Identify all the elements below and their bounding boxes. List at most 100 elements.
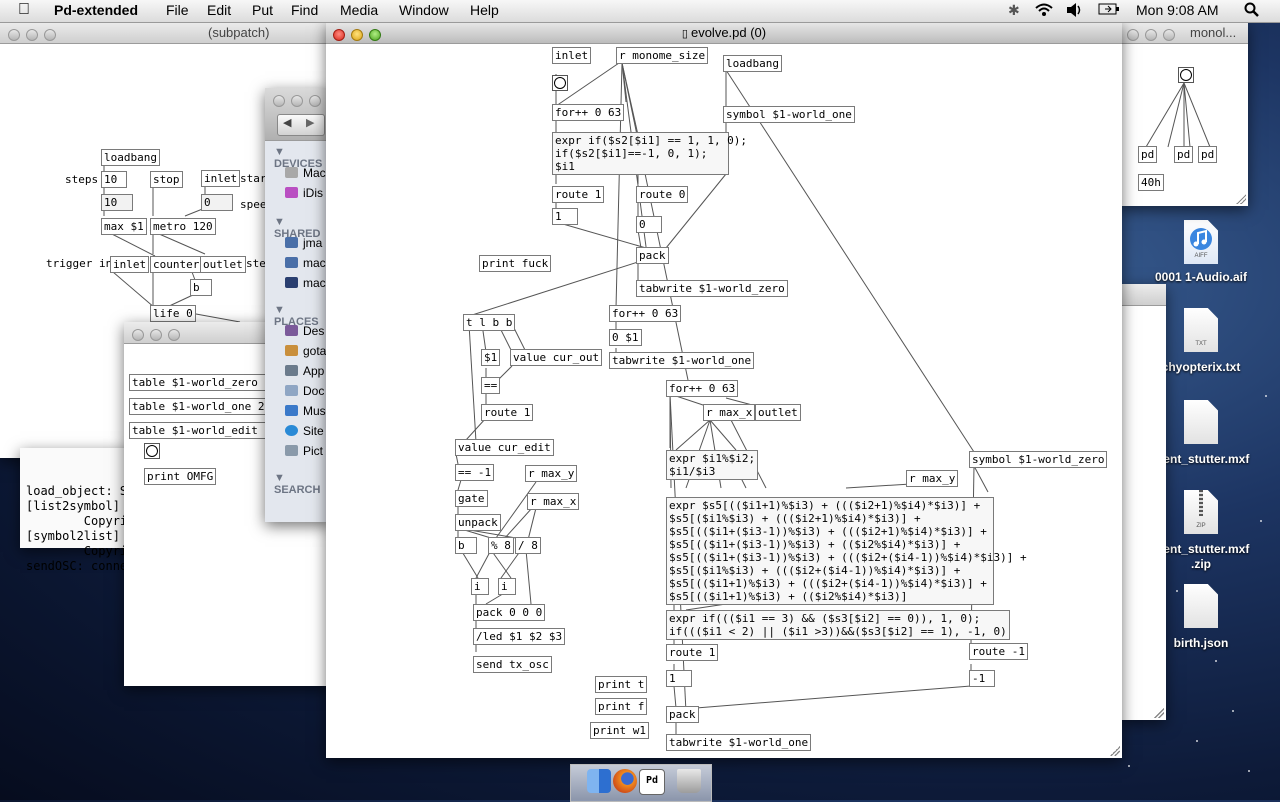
sidebar-item-music[interactable]: Mus (285, 404, 326, 418)
route-object[interactable]: route 0 (636, 186, 689, 203)
close-button[interactable] (273, 95, 285, 107)
int-object[interactable]: i (498, 578, 516, 595)
sidebar-item-applications[interactable]: App (285, 364, 324, 378)
route-object[interactable]: route 1 (552, 186, 605, 203)
sidebar-item-home[interactable]: gota (285, 344, 326, 358)
background-window[interactable] (1120, 284, 1166, 720)
number-box[interactable]: 10 (101, 194, 133, 211)
route-object[interactable]: route 1 (481, 404, 534, 421)
for-loop-object[interactable]: for++ 0 63 (609, 305, 682, 322)
for-loop-object[interactable]: for++ 0 63 (552, 104, 625, 121)
sidebar-item-sites[interactable]: Site (285, 424, 324, 438)
modulo-object[interactable]: % 8 (488, 537, 514, 554)
max-object[interactable]: max $1 (101, 218, 147, 235)
pd-subpatch[interactable]: pd (1174, 146, 1194, 163)
counter-object[interactable]: counter (150, 256, 203, 273)
clock[interactable]: Mon 9:08 AM (1136, 2, 1219, 18)
menu-put[interactable]: Put (252, 2, 273, 18)
window-titlebar[interactable] (1120, 284, 1166, 306)
receive-max-x-object[interactable]: r max_x (703, 404, 756, 421)
inlet-object[interactable]: inlet (110, 256, 150, 273)
menu-file[interactable]: File (166, 2, 189, 18)
sidebar-item-idisk[interactable]: iDis (285, 186, 323, 200)
app-name-menu[interactable]: Pd-extended (54, 2, 138, 18)
number-box[interactable]: 1 (666, 670, 692, 687)
menu-find[interactable]: Find (291, 2, 318, 18)
volume-icon[interactable] (1065, 2, 1083, 21)
receive-max-x-object[interactable]: r max_x (527, 493, 580, 510)
message-box[interactable]: $1 (481, 349, 501, 366)
monol-window[interactable]: monol... pd pd pd 40h (1118, 22, 1248, 206)
menu-window[interactable]: Window (399, 2, 449, 18)
sidebar-item-desktop[interactable]: Des (285, 324, 324, 338)
unpack-object[interactable]: unpack (455, 514, 501, 531)
expr-neighbors-object[interactable]: expr $s5[(($i1+1)%$i3) + ((($i2+1)%$i4)*… (666, 497, 1027, 605)
number-box[interactable]: 1 (552, 208, 578, 225)
wifi-icon[interactable] (1034, 2, 1054, 21)
receive-max-y-object[interactable]: r max_y (525, 465, 578, 482)
bang-button[interactable] (144, 443, 160, 459)
route-object[interactable]: route -1 (969, 643, 1028, 660)
metro-object[interactable]: metro 120 (150, 218, 216, 235)
print-object[interactable]: print w1 (590, 722, 649, 739)
resize-handle[interactable] (1154, 708, 1164, 718)
message-box[interactable]: 0 $1 (609, 329, 642, 346)
finder-icon[interactable] (587, 769, 611, 793)
sidebar-item-pictures[interactable]: Pict (285, 444, 323, 458)
menu-help[interactable]: Help (470, 2, 499, 18)
minimize-button[interactable] (150, 329, 162, 341)
value-cur-edit-object[interactable]: value cur_edit (455, 439, 554, 456)
outlet-object[interactable]: outlet (755, 404, 801, 421)
equals-neg-one-object[interactable]: == -1 (455, 464, 495, 481)
spotlight-icon[interactable] (1244, 2, 1260, 21)
close-button[interactable] (132, 329, 144, 341)
loadbang-object[interactable]: loadbang (723, 55, 782, 72)
print-object[interactable]: print t (595, 676, 648, 693)
number-box[interactable]: -1 (969, 670, 995, 687)
sidebar-item-shared[interactable]: mac (285, 256, 326, 270)
evolve-patch-window[interactable]: ▯ evolve.pd (0) inlet r monome_size load… (326, 22, 1122, 758)
sidebar-item-shared[interactable]: jma (285, 236, 322, 250)
firefox-icon[interactable] (613, 769, 637, 793)
inlet-object[interactable]: inlet (201, 170, 241, 187)
table-object[interactable]: table $1-world_zero 256 (129, 374, 288, 391)
back-arrow-icon[interactable]: ◀ (283, 113, 291, 134)
loadbang-object[interactable]: loadbang (101, 149, 160, 166)
table-object[interactable]: table $1-world_edit 256 (129, 422, 288, 439)
forward-arrow-icon[interactable]: ▶ (306, 113, 314, 134)
battery-icon[interactable] (1098, 2, 1120, 19)
expr-object[interactable]: expr if($s2[$i1] == 1, 1, 0); if($s2[$i1… (552, 132, 747, 175)
message-stop[interactable]: stop (150, 171, 183, 188)
number-box[interactable]: 0 (636, 216, 662, 233)
number-box-speed[interactable]: 0 (201, 194, 233, 211)
number-box-steps[interactable]: 10 (101, 171, 127, 188)
tabwrite-world-one-object[interactable]: tabwrite $1-world_one (609, 352, 755, 369)
for-loop-object[interactable]: for++ 0 63 (666, 380, 739, 397)
finder-window[interactable]: ◀ ▶ ▼ DEVICES Mac iDis ▼ SHARED jma mac … (265, 88, 331, 522)
expr-object[interactable]: expr $i1%$i2; $i1/$i3 (666, 450, 759, 480)
value-cur-out-object[interactable]: value cur_out (510, 349, 603, 366)
bang-button[interactable] (1178, 67, 1194, 83)
gate-object[interactable]: gate (455, 490, 488, 507)
pack-object[interactable]: pack 0 0 0 (473, 604, 546, 621)
print-object[interactable]: print fuck (479, 255, 552, 272)
life-object[interactable]: life 0 (150, 305, 196, 322)
resize-handle[interactable] (1236, 194, 1246, 204)
receive-max-y-object[interactable]: r max_y (906, 470, 959, 487)
tabwrite-world-one-object[interactable]: tabwrite $1-world_one (666, 734, 812, 751)
equals-object[interactable]: == (481, 377, 501, 394)
pd-subpatch[interactable]: pd (1138, 146, 1158, 163)
sidebar-item-mac[interactable]: Mac (285, 166, 326, 180)
table-object[interactable]: table $1-world_one 256 (129, 398, 281, 415)
desktop-icon-audio[interactable]: AIFF 0001 1-Audio.aif (1136, 220, 1266, 284)
apple-menu-icon[interactable]:  (18, 1, 30, 19)
outlet-object[interactable]: outlet (200, 256, 246, 273)
int-object[interactable]: i (471, 578, 489, 595)
window-titlebar[interactable]: ◀ ▶ (265, 88, 331, 141)
send-tx-osc-object[interactable]: send tx_osc (473, 656, 552, 673)
receive-monome-size-object[interactable]: r monome_size (616, 47, 709, 64)
sidebar-item-shared[interactable]: mac (285, 276, 326, 290)
minimize-button[interactable] (291, 95, 303, 107)
symbol-world-zero-object[interactable]: symbol $1-world_zero (969, 451, 1108, 468)
print-object[interactable]: print f (595, 698, 648, 715)
